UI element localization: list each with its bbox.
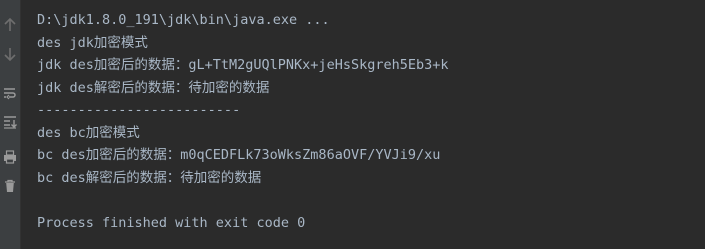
console-line: jdk des解密后的数据：待加密的数据: [37, 79, 270, 96]
run-console-window: D:\jdk1.8.0_191\jdk\bin\java.exe ... des…: [0, 0, 705, 249]
arrow-down-icon[interactable]: [2, 46, 18, 62]
console-exit-message: Process finished with exit code 0: [37, 214, 306, 231]
print-icon[interactable]: [2, 149, 18, 165]
scroll-to-end-icon[interactable]: [2, 114, 18, 130]
trash-icon[interactable]: [2, 178, 18, 194]
soft-wrap-icon[interactable]: [2, 85, 18, 101]
console-line: bc des解密后的数据：待加密的数据: [37, 169, 262, 186]
console-line: bc des加密后的数据：m0qCEDFLk73oWksZm86aOVF/YVJ…: [37, 147, 441, 163]
console-output[interactable]: D:\jdk1.8.0_191\jdk\bin\java.exe ... des…: [37, 9, 705, 234]
console-separator-line: -------------------------: [37, 102, 241, 118]
console-line: des jdk加密模式: [37, 34, 148, 51]
console-line: jdk des加密后的数据：gL+TtM2gUQlPNKx+jeHsSkgreh…: [37, 57, 449, 73]
console-command-line: D:\jdk1.8.0_191\jdk\bin\java.exe ...: [37, 12, 330, 28]
console-line: des bc加密模式: [37, 124, 140, 141]
console-toolbar: [0, 0, 21, 249]
arrow-up-icon[interactable]: [2, 17, 18, 33]
